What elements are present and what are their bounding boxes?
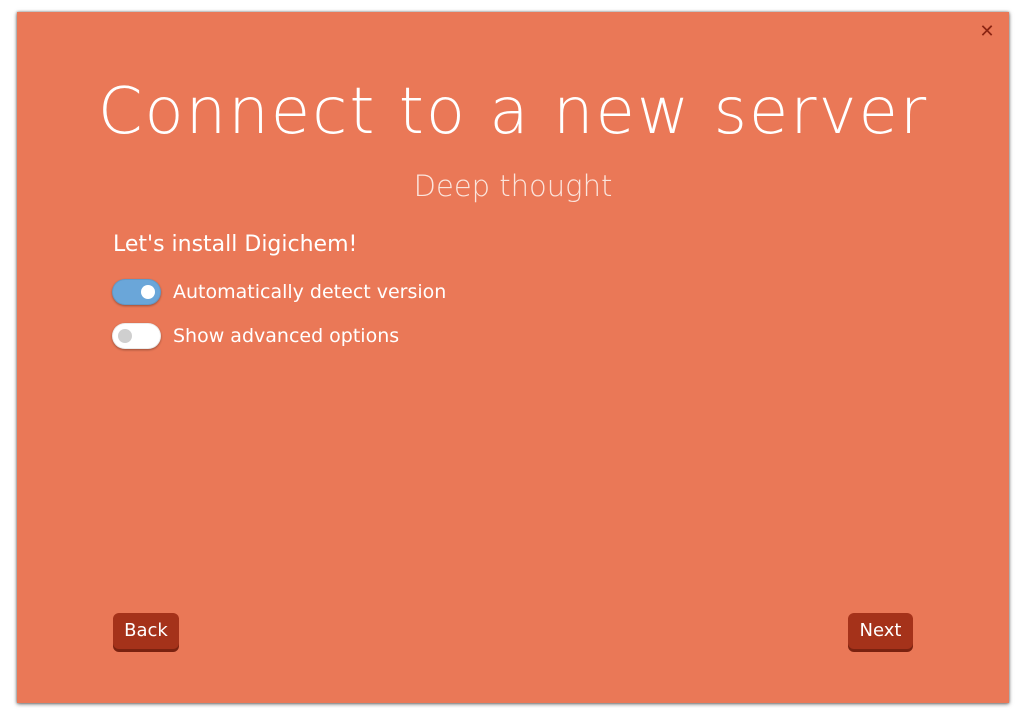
- toggle-knob: [141, 285, 155, 299]
- connect-server-dialog: ✕ Connect to a new server Deep thought L…: [17, 12, 1009, 703]
- dialog-title: Connect to a new server: [97, 75, 929, 149]
- server-name-subtitle: Deep thought: [413, 169, 613, 203]
- section-heading: Let's install Digichem!: [113, 232, 358, 257]
- auto-detect-version-option: Automatically detect version: [112, 279, 446, 305]
- advanced-options-option: Show advanced options: [112, 323, 399, 349]
- next-button[interactable]: Next: [848, 613, 913, 649]
- show-advanced-options-label[interactable]: Show advanced options: [173, 323, 399, 349]
- auto-detect-version-toggle[interactable]: [112, 279, 161, 305]
- toggle-knob: [118, 329, 132, 343]
- auto-detect-version-label[interactable]: Automatically detect version: [173, 279, 446, 305]
- back-button[interactable]: Back: [113, 613, 179, 649]
- close-icon[interactable]: ✕: [977, 22, 997, 42]
- show-advanced-options-toggle[interactable]: [112, 323, 161, 349]
